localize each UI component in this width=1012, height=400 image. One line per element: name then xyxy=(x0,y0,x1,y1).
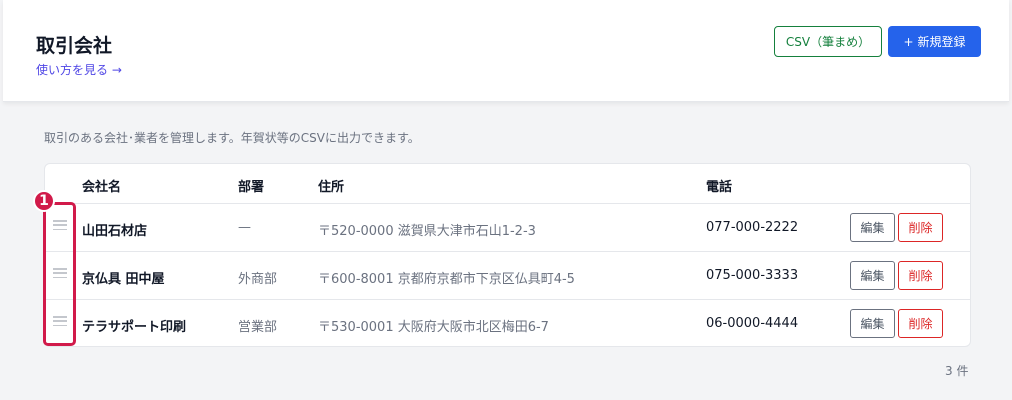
edit-button[interactable]: 編集 xyxy=(850,309,895,338)
howto-link[interactable]: 使い方を見る → xyxy=(36,61,122,78)
page-description: 取引のある会社･業者を管理します。年賀状等のCSVに出力できます。 xyxy=(44,131,420,145)
company-name: テラサポート印刷 xyxy=(82,320,187,335)
new-register-button[interactable]: + 新規登録 xyxy=(888,26,981,57)
annotation-number-badge: 1 xyxy=(33,190,55,212)
company-table: 会社名 部署 住所 電話 山田石材店 — 〒520-0000 滋賀県大津市石山1… xyxy=(44,163,971,347)
annotation-highlight-box xyxy=(43,202,76,346)
company-dept: — xyxy=(238,220,251,235)
col-dept: 部署 xyxy=(238,180,265,195)
company-tel: 06-0000-4444 xyxy=(706,316,799,331)
company-name: 山田石材店 xyxy=(82,224,148,239)
delete-button[interactable]: 削除 xyxy=(898,261,943,290)
page-title: 取引会社 xyxy=(36,35,113,57)
col-address: 住所 xyxy=(318,180,345,195)
col-name: 会社名 xyxy=(82,180,122,195)
delete-button[interactable]: 削除 xyxy=(898,213,943,242)
record-count: 3 件 xyxy=(945,364,969,378)
col-tel: 電話 xyxy=(706,180,733,195)
csv-export-button[interactable]: CSV（筆まめ） xyxy=(774,26,882,57)
company-address: 〒520-0000 滋賀県大津市石山1-2-3 xyxy=(318,224,536,239)
table-row: 山田石材店 — 〒520-0000 滋賀県大津市石山1-2-3 077-000-… xyxy=(45,204,970,252)
company-dept: 営業部 xyxy=(238,320,278,335)
table-row: 京仏具 田中屋 外商部 〒600-8001 京都府京都市下京区仏具町4-5 07… xyxy=(45,252,970,300)
new-register-label: 新規登録 xyxy=(917,35,966,49)
edit-button[interactable]: 編集 xyxy=(850,261,895,290)
company-address: 〒530-0001 大阪府大阪市北区梅田6-7 xyxy=(318,320,549,335)
company-name: 京仏具 田中屋 xyxy=(82,272,165,287)
edit-button[interactable]: 編集 xyxy=(850,213,895,242)
company-dept: 外商部 xyxy=(238,272,278,287)
company-tel: 077-000-2222 xyxy=(706,220,799,235)
company-address: 〒600-8001 京都府京都市下京区仏具町4-5 xyxy=(318,272,575,287)
table-header: 会社名 部署 住所 電話 xyxy=(45,164,970,204)
plus-icon: + xyxy=(903,34,914,49)
delete-button[interactable]: 削除 xyxy=(898,309,943,338)
table-row: テラサポート印刷 営業部 〒530-0001 大阪府大阪市北区梅田6-7 06-… xyxy=(45,300,970,346)
company-tel: 075-000-3333 xyxy=(706,268,799,283)
page-header: 取引会社 使い方を見る → CSV（筆まめ） + 新規登録 xyxy=(3,0,1009,102)
